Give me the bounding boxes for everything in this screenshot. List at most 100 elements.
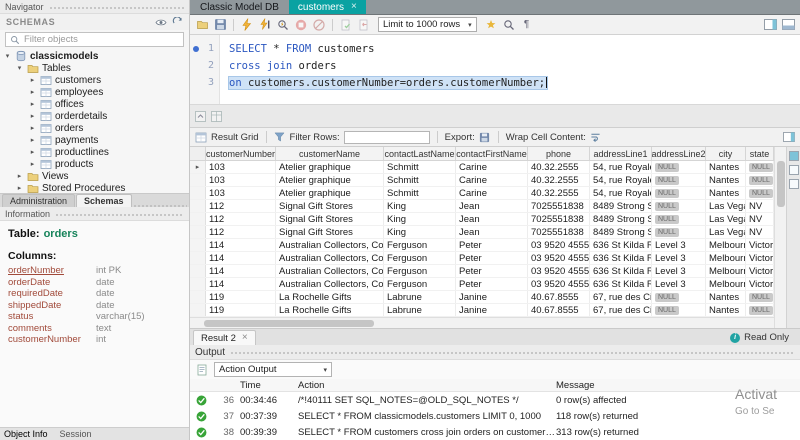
grid-cell[interactable]: NULL xyxy=(652,213,706,225)
grid-cell[interactable]: Atelier graphique xyxy=(276,161,384,173)
grid-column-header-city[interactable]: city xyxy=(706,147,746,160)
grid-cell[interactable]: Peter xyxy=(456,265,528,277)
commit-icon[interactable] xyxy=(338,17,354,33)
grid-cell[interactable]: Nantes xyxy=(706,174,746,186)
grid-row[interactable]: 114Australian Collectors, Co.FergusonPet… xyxy=(190,252,774,265)
grid-view-icon[interactable] xyxy=(210,110,223,123)
connection-tab[interactable]: Classic Model DB xyxy=(190,0,289,14)
grid-cell[interactable]: 40.32.2555 xyxy=(528,187,590,199)
execute-script-icon[interactable] xyxy=(239,17,255,33)
grid-cell[interactable]: Schmitt xyxy=(384,187,456,199)
navigator-grip[interactable] xyxy=(49,5,184,9)
grid-cell[interactable]: NULL xyxy=(652,226,706,238)
filter-rows-input[interactable] xyxy=(344,131,430,144)
grid-cell[interactable]: King xyxy=(384,213,456,225)
grid-cell[interactable]: Signal Gift Stores xyxy=(276,213,384,225)
grid-cell[interactable]: NULL xyxy=(652,291,706,303)
refresh-schemas-icon[interactable] xyxy=(171,16,183,28)
grid-cell[interactable]: Janine xyxy=(456,291,528,303)
output-row[interactable]: 3600:34:46/*!40111 SET SQL_NOTES=@OLD_SQ… xyxy=(190,392,800,408)
execute-current-statement-icon[interactable] xyxy=(257,17,273,33)
grid-column-header-customerNumber[interactable]: customerNumber xyxy=(206,147,276,160)
grid-cell[interactable]: Atelier graphique xyxy=(276,187,384,199)
grid-cell[interactable]: Level 3 xyxy=(652,239,706,251)
output-row[interactable]: 3800:39:39SELECT * FROM customers cross … xyxy=(190,424,800,440)
current-row-marker[interactable]: ▸ xyxy=(190,161,206,173)
tab-session[interactable]: Session xyxy=(60,429,92,439)
grid-cell[interactable]: Australian Collectors, Co. xyxy=(276,252,384,264)
grid-cell[interactable]: Nantes xyxy=(706,161,746,173)
grid-cell[interactable]: Atelier graphique xyxy=(276,174,384,186)
grid-cell[interactable]: 03 9520 4555 xyxy=(528,239,590,251)
grid-cell[interactable]: 112 xyxy=(206,200,276,212)
grid-cell[interactable]: Jean xyxy=(456,213,528,225)
grid-cell[interactable]: 103 xyxy=(206,174,276,186)
grid-cell[interactable]: Las Vegas xyxy=(706,213,746,225)
stop-execution-icon[interactable] xyxy=(293,17,309,33)
grid-row[interactable]: 112Signal Gift StoresKingJean70255518388… xyxy=(190,213,774,226)
sql-code[interactable]: SELECT * FROM customerscross join orders… xyxy=(220,35,800,104)
grid-cell[interactable]: Carine xyxy=(456,187,528,199)
tree-table-offices[interactable]: ▸offices xyxy=(0,98,189,110)
grid-column-header-state[interactable]: state xyxy=(746,147,774,160)
grid-cell[interactable]: NULL xyxy=(746,304,774,316)
grid-cell[interactable]: Level 3 xyxy=(652,265,706,277)
collapsed-arrow-icon[interactable]: ▸ xyxy=(28,112,37,120)
grid-cell[interactable]: 03 9520 4555 xyxy=(528,265,590,277)
grid-cell[interactable]: 67, rue des Cinq... xyxy=(590,304,652,316)
grid-row[interactable]: 103Atelier graphiqueSchmittCarine40.32.2… xyxy=(190,187,774,200)
toggle-secondary-sidebar-icon[interactable] xyxy=(762,17,778,33)
collapsed-arrow-icon[interactable]: ▸ xyxy=(28,88,37,96)
collapsed-arrow-icon[interactable]: ▸ xyxy=(15,172,24,180)
grid-cell[interactable]: Victoria xyxy=(746,265,774,277)
close-result-tab-icon[interactable]: × xyxy=(242,333,248,343)
grid-cell[interactable]: Signal Gift Stores xyxy=(276,226,384,238)
tree-schema-classicmodels[interactable]: ▾classicmodels xyxy=(0,50,189,62)
grid-column-header-addressLine1[interactable]: addressLine1 xyxy=(590,147,652,160)
export-icon[interactable] xyxy=(479,131,491,143)
grid-row[interactable]: ▸103Atelier graphiqueSchmittCarine40.32.… xyxy=(190,161,774,174)
wrap-text-icon[interactable] xyxy=(590,131,602,143)
tree-table-products[interactable]: ▸products xyxy=(0,158,189,170)
tree-table-payments[interactable]: ▸payments xyxy=(0,134,189,146)
grid-cell[interactable]: NULL xyxy=(652,200,706,212)
result-tab[interactable]: Result 2 × xyxy=(193,330,256,345)
grid-cell[interactable]: Melbourne xyxy=(706,265,746,277)
result-grid-panel-icon[interactable] xyxy=(789,151,799,161)
grid-cell[interactable]: Las Vegas xyxy=(706,200,746,212)
column-name-link[interactable]: customerNumber xyxy=(8,334,96,346)
grid-cell[interactable]: NULL xyxy=(652,161,706,173)
collapse-editor-icon[interactable] xyxy=(194,110,207,123)
column-name-link[interactable]: status xyxy=(8,311,96,323)
editor-result-splitter[interactable] xyxy=(190,105,800,128)
grid-cell[interactable]: King xyxy=(384,200,456,212)
output-grip[interactable] xyxy=(230,350,795,354)
grid-row[interactable]: 112Signal Gift StoresKingJean70255518388… xyxy=(190,226,774,239)
find-icon[interactable] xyxy=(501,17,517,33)
grid-cell[interactable]: NV xyxy=(746,213,774,225)
grid-cell[interactable]: Janine xyxy=(456,304,528,316)
grid-cell[interactable]: 8489 Strong St. xyxy=(590,200,652,212)
collapsed-arrow-icon[interactable]: ▸ xyxy=(28,148,37,156)
filter-funnel-icon[interactable] xyxy=(274,131,286,143)
grid-column-header-phone[interactable]: phone xyxy=(528,147,590,160)
grid-cell[interactable]: 114 xyxy=(206,239,276,251)
column-name-link[interactable]: orderNumber xyxy=(8,265,96,277)
grid-column-header-customerName[interactable]: customerName xyxy=(276,147,384,160)
grid-row[interactable]: 112Signal Gift StoresKingJean70255518388… xyxy=(190,200,774,213)
grid-cell[interactable]: 7025551838 xyxy=(528,226,590,238)
sql-editor[interactable]: 123 SELECT * FROM customerscross join or… xyxy=(190,35,800,105)
tree-node-stored-procedures[interactable]: ▸Stored Procedures xyxy=(0,182,189,193)
grid-cell[interactable]: 636 St Kilda Road xyxy=(590,278,652,290)
grid-cell[interactable]: La Rochelle Gifts xyxy=(276,291,384,303)
grid-cell[interactable]: Peter xyxy=(456,239,528,251)
grid-cell[interactable]: Schmitt xyxy=(384,161,456,173)
grid-cell[interactable]: Level 3 xyxy=(652,252,706,264)
row-selector[interactable] xyxy=(190,265,206,277)
grid-cell[interactable]: NULL xyxy=(652,174,706,186)
close-tab-icon[interactable]: × xyxy=(351,2,357,12)
expanded-arrow-icon[interactable]: ▾ xyxy=(15,64,24,72)
grid-cell[interactable]: NV xyxy=(746,200,774,212)
grid-cell[interactable]: 40.32.2555 xyxy=(528,174,590,186)
tree-table-employees[interactable]: ▸employees xyxy=(0,86,189,98)
